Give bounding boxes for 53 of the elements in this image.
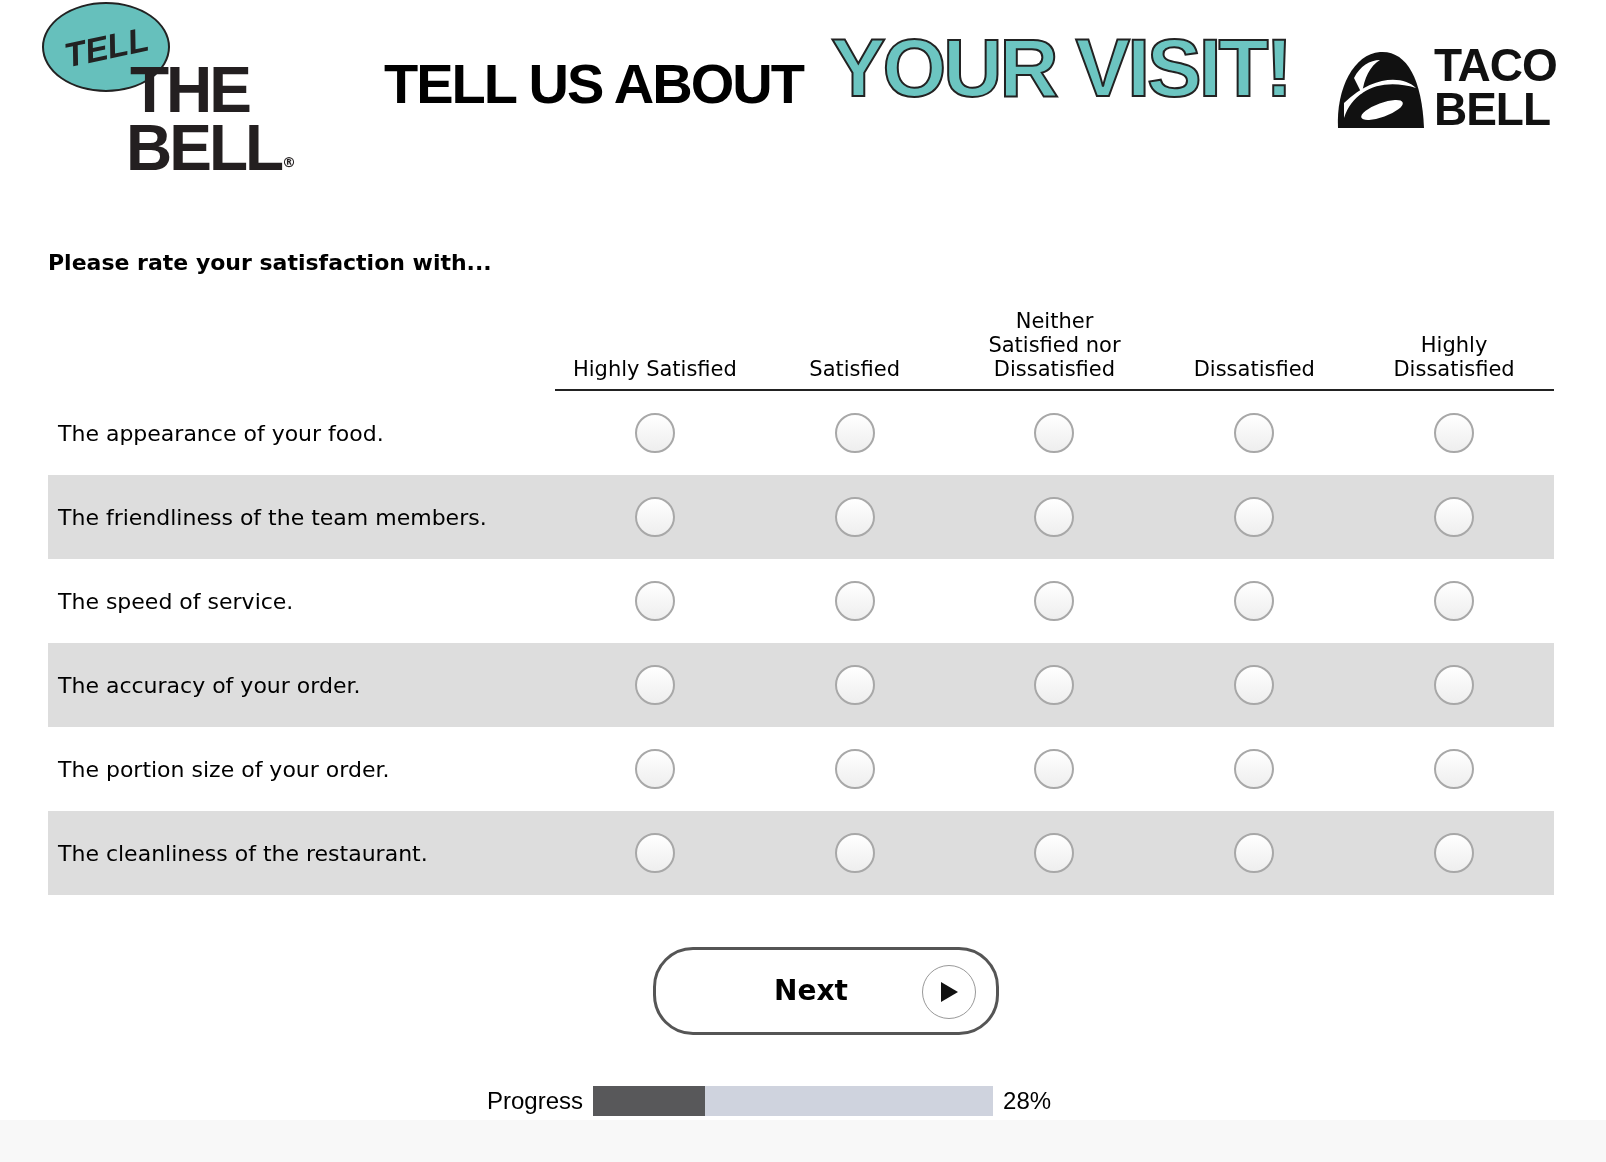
column-header: Satisfied	[809, 357, 901, 381]
radio-button[interactable]	[1234, 581, 1275, 621]
radio-button[interactable]	[1034, 581, 1075, 621]
progress-reading: 28%	[1003, 1086, 1052, 1116]
radio-button[interactable]	[1234, 413, 1275, 453]
radio-button[interactable]	[834, 581, 875, 621]
radio-button[interactable]	[1434, 749, 1475, 789]
row-label: The cleanliness of the restaurant.	[58, 840, 428, 866]
radio-button[interactable]	[834, 749, 875, 789]
radio-button[interactable]	[834, 833, 875, 873]
progress-label: Progress	[487, 1086, 584, 1116]
row-label: The appearance of your food.	[58, 420, 384, 446]
radio-button[interactable]	[1034, 665, 1075, 705]
row-label: The friendliness of the team members.	[58, 504, 487, 530]
next-button[interactable]: Next	[653, 947, 999, 1035]
logo-text: TACO	[1433, 44, 1557, 88]
column-header: Dissatisfied	[1193, 357, 1315, 381]
radio-button[interactable]	[1034, 833, 1075, 873]
column-header: Dissatisfied	[1393, 357, 1515, 381]
radio-button[interactable]	[834, 665, 875, 705]
radio-button[interactable]	[1434, 497, 1475, 537]
radio-button[interactable]	[1234, 497, 1275, 537]
column-header: Satisfied nor	[988, 333, 1121, 357]
row-label: The accuracy of your order.	[58, 672, 361, 698]
radio-button[interactable]	[634, 497, 675, 537]
radio-button[interactable]	[1234, 833, 1275, 873]
column-header: Highly Satisfied	[572, 357, 737, 381]
radio-button[interactable]	[1434, 665, 1475, 705]
radio-button[interactable]	[1434, 581, 1475, 621]
logo-text: BELL	[1433, 87, 1552, 132]
row-label: The portion size of your order.	[58, 756, 390, 782]
column-header: Dissatisfied	[993, 357, 1116, 381]
radio-button[interactable]	[834, 497, 875, 537]
column-header: Highly	[1420, 333, 1488, 357]
headline-accent: YOUR VISIT!	[829, 21, 1291, 115]
row-label: The speed of service.	[58, 588, 294, 614]
headline: TELL US ABOUT	[384, 52, 805, 116]
registered-mark: ®	[282, 154, 296, 172]
question-text: Please rate your satisfaction with...	[48, 249, 492, 277]
radio-button[interactable]	[634, 581, 675, 621]
column-header: Neither	[1015, 309, 1094, 333]
radio-button[interactable]	[634, 833, 675, 873]
radio-button[interactable]	[1034, 413, 1075, 453]
radio-button[interactable]	[1434, 413, 1475, 453]
radio-button[interactable]	[634, 413, 675, 453]
radio-button[interactable]	[1234, 665, 1275, 705]
radio-button[interactable]	[834, 413, 875, 453]
radio-button[interactable]	[1434, 833, 1475, 873]
radio-button[interactable]	[634, 749, 675, 789]
radio-button[interactable]	[1034, 497, 1075, 537]
radio-button[interactable]	[634, 665, 675, 705]
radio-button[interactable]	[1234, 749, 1275, 789]
radio-button[interactable]	[1034, 749, 1075, 789]
